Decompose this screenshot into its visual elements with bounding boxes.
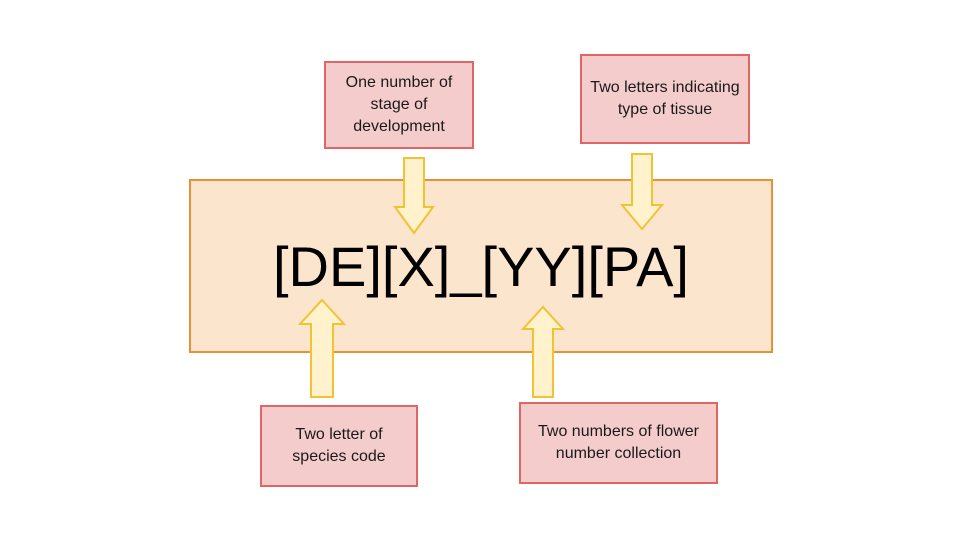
up-arrow-flower-icon	[520, 305, 566, 398]
code-format-text: [DE][X]_[YY][PA]	[272, 235, 689, 298]
stage-label-box: One number of stage of development	[324, 61, 474, 149]
flower-label-text: Two numbers of flower number collection	[538, 423, 699, 462]
stage-label-text: One number of stage of development	[345, 74, 453, 135]
flower-label-box: Two numbers of flower number collection	[519, 402, 718, 484]
down-arrow-tissue-icon	[619, 153, 665, 231]
up-arrow-species-icon	[297, 298, 347, 398]
species-label-box: Two letter of species code	[260, 405, 418, 487]
tissue-label-box: Two letters indicating type of tissue	[580, 54, 750, 144]
species-label-text: Two letter of species code	[292, 426, 386, 465]
down-arrow-stage-icon	[393, 157, 435, 235]
tissue-label-text: Two letters indicating type of tissue	[590, 79, 740, 118]
